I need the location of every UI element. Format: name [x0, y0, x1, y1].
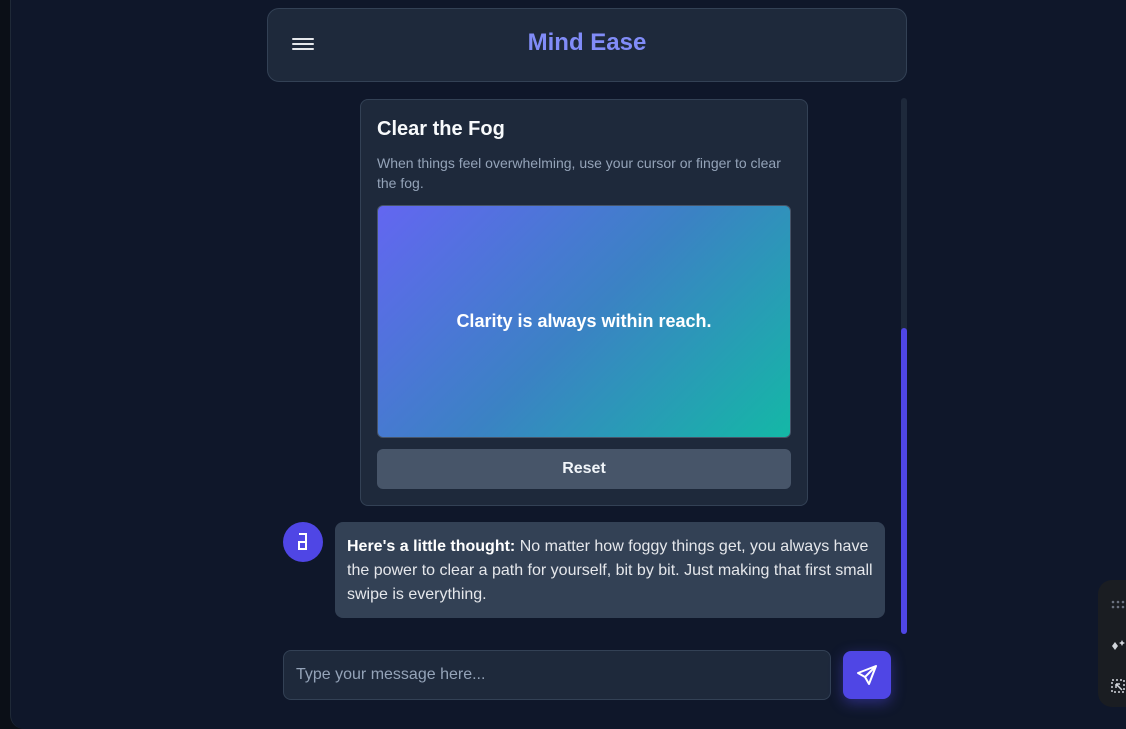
- drag-handle-icon[interactable]: [1110, 596, 1126, 612]
- chat-area: Clear the Fog When things feel overwhelm…: [267, 98, 907, 634]
- clear-the-fog-card: Clear the Fog When things feel overwhelm…: [360, 99, 808, 506]
- send-icon: [857, 665, 877, 685]
- app-header: Mind Ease: [267, 8, 907, 82]
- bot-avatar-icon: [283, 522, 323, 562]
- app-title: Mind Ease: [527, 29, 647, 56]
- sparkle-icon[interactable]: [1110, 638, 1126, 654]
- message-lead: Here's a little thought:: [347, 538, 516, 555]
- fog-card-title: Clear the Fog: [377, 118, 505, 140]
- fog-canvas[interactable]: Clarity is always within reach.: [377, 205, 791, 438]
- message-input[interactable]: [284, 651, 830, 699]
- send-button[interactable]: [843, 651, 891, 699]
- fog-card-description: When things feel overwhelming, use your …: [377, 155, 781, 191]
- reset-button[interactable]: Reset: [377, 449, 791, 489]
- message-input-wrapper: [283, 650, 831, 700]
- fog-revealed-message: Clarity is always within reach.: [456, 311, 712, 331]
- bot-message-bubble: Here's a little thought: No matter how f…: [335, 522, 885, 618]
- select-region-icon[interactable]: [1110, 678, 1126, 694]
- floating-side-toolbar: [1098, 580, 1126, 707]
- window-edge: [0, 0, 10, 729]
